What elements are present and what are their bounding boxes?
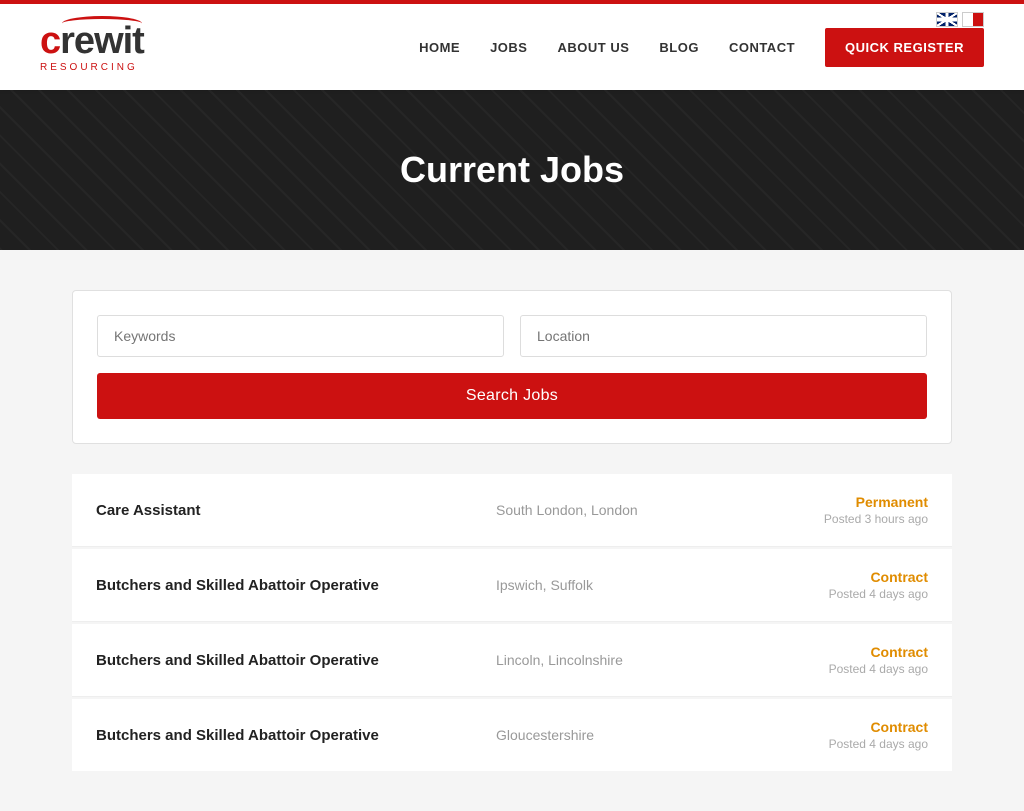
table-row[interactable]: Butchers and Skilled Abattoir Operative … bbox=[72, 624, 952, 697]
search-box: Search Jobs bbox=[72, 290, 952, 444]
main-nav: HOME JOBS ABOUT US BLOG CONTACT QUICK RE… bbox=[419, 28, 984, 67]
logo-dot: c bbox=[40, 20, 60, 62]
page-title: Current Jobs bbox=[400, 149, 624, 191]
job-type: Contract bbox=[768, 644, 928, 660]
hero-section: Current Jobs bbox=[0, 90, 1024, 250]
job-list: Care Assistant South London, London Perm… bbox=[72, 474, 952, 771]
job-location: Ipswich, Suffolk bbox=[476, 577, 768, 593]
logo[interactable]: crewit RESOURCING bbox=[40, 22, 144, 73]
search-jobs-button[interactable]: Search Jobs bbox=[97, 373, 927, 419]
job-meta: Contract Posted 4 days ago bbox=[768, 644, 928, 676]
site-header: crewit RESOURCING HOME JOBS ABOUT US BLO… bbox=[0, 0, 1024, 90]
job-title: Butchers and Skilled Abattoir Operative bbox=[96, 727, 476, 744]
job-posted: Posted 3 hours ago bbox=[768, 512, 928, 526]
job-title: Butchers and Skilled Abattoir Operative bbox=[96, 652, 476, 669]
job-location: Lincoln, Lincolnshire bbox=[476, 652, 768, 668]
quick-register-button[interactable]: QUICK REGISTER bbox=[825, 28, 984, 67]
nav-contact[interactable]: CONTACT bbox=[729, 40, 795, 55]
nav-home[interactable]: HOME bbox=[419, 40, 460, 55]
job-posted: Posted 4 days ago bbox=[768, 737, 928, 751]
job-title: Care Assistant bbox=[96, 502, 476, 519]
mt-flag[interactable] bbox=[962, 12, 984, 27]
table-row[interactable]: Care Assistant South London, London Perm… bbox=[72, 474, 952, 547]
job-posted: Posted 4 days ago bbox=[768, 587, 928, 601]
job-type: Contract bbox=[768, 569, 928, 585]
job-posted: Posted 4 days ago bbox=[768, 662, 928, 676]
job-type: Permanent bbox=[768, 494, 928, 510]
keywords-input[interactable] bbox=[97, 315, 504, 357]
nav-about[interactable]: ABOUT US bbox=[557, 40, 629, 55]
logo-text: crewit bbox=[40, 22, 144, 60]
logo-subtitle: RESOURCING bbox=[40, 62, 138, 73]
job-title: Butchers and Skilled Abattoir Operative bbox=[96, 577, 476, 594]
job-location: South London, London bbox=[476, 502, 768, 518]
nav-blog[interactable]: BLOG bbox=[659, 40, 699, 55]
table-row[interactable]: Butchers and Skilled Abattoir Operative … bbox=[72, 549, 952, 622]
logo-arc: rewit bbox=[60, 22, 144, 60]
search-fields bbox=[97, 315, 927, 357]
language-flags[interactable] bbox=[936, 12, 984, 27]
nav-jobs[interactable]: JOBS bbox=[490, 40, 527, 55]
job-meta: Permanent Posted 3 hours ago bbox=[768, 494, 928, 526]
location-input[interactable] bbox=[520, 315, 927, 357]
job-location: Gloucestershire bbox=[476, 727, 768, 743]
uk-flag[interactable] bbox=[936, 12, 958, 27]
job-meta: Contract Posted 4 days ago bbox=[768, 569, 928, 601]
main-content: Search Jobs Care Assistant South London,… bbox=[52, 290, 972, 771]
table-row[interactable]: Butchers and Skilled Abattoir Operative … bbox=[72, 699, 952, 771]
job-meta: Contract Posted 4 days ago bbox=[768, 719, 928, 751]
job-type: Contract bbox=[768, 719, 928, 735]
